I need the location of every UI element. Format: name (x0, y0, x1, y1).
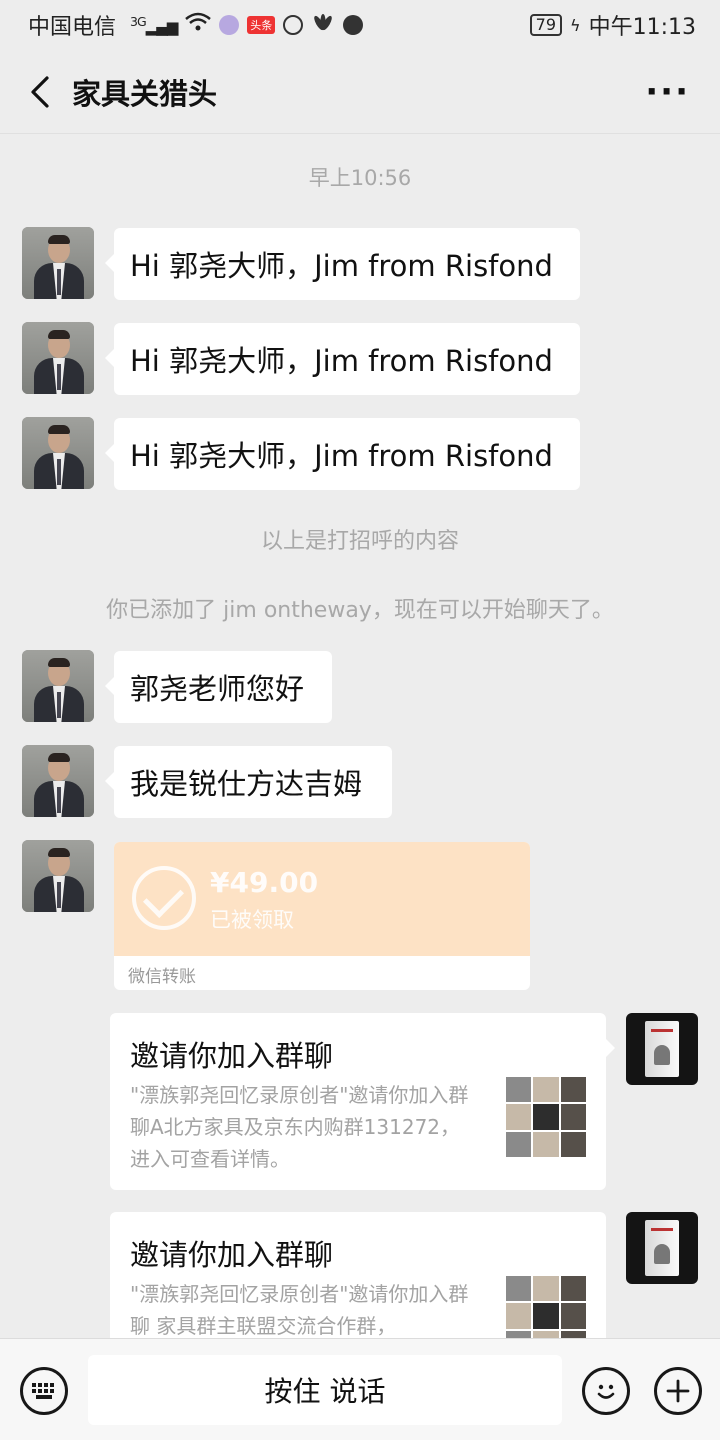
message-timestamp: 早上10:56 (308, 166, 412, 190)
message-text: Hi 郭尧大师，Jim from Risfond (130, 249, 553, 283)
invite-title: 邀请你加入群聊 (130, 1238, 334, 1272)
invite-description: "漂族郭尧回忆录原创者"邀请你加入群聊 家具群主联盟交流合作群， (130, 1282, 469, 1338)
invite-title: 邀请你加入群聊 (130, 1039, 334, 1073)
invite-description: "漂族郭尧回忆录原创者"邀请你加入群聊A北方家具及京东内购群131272，进入可… (130, 1083, 469, 1171)
emoji-icon[interactable] (582, 1367, 630, 1415)
message-bubble[interactable]: 我是锐仕方达吉姆 (105, 746, 392, 818)
transfer-label: 微信转账 (128, 967, 196, 987)
signal-icon: 3G▂▄▆ (130, 14, 178, 36)
toutiao-badge: 头条 (247, 16, 276, 34)
alarm-icon (343, 15, 364, 35)
input-bar: 按住 说话 (0, 1338, 720, 1440)
message-text: 我是锐仕方达吉姆 (130, 767, 363, 801)
clock: 中午11:13 (588, 15, 696, 40)
self-avatar[interactable] (626, 1212, 698, 1284)
avatar[interactable] (22, 745, 94, 817)
avatar[interactable] (22, 227, 94, 299)
carrier-name: 中国电信 (28, 15, 117, 40)
avatar[interactable] (22, 650, 94, 722)
group-avatar-grid (506, 1077, 586, 1157)
charging-icon: ϟ (570, 15, 581, 35)
chat-header: 家具关猎头 ··· (0, 50, 720, 134)
more-icon[interactable]: ··· (645, 72, 690, 112)
system-note: 以上是打招呼的内容 (260, 529, 459, 554)
avatar[interactable] (22, 322, 94, 394)
message-text: Hi 郭尧大师，Jim from Risfond (130, 439, 553, 473)
message-text: 郭尧老师您好 (130, 672, 305, 706)
chat-title: 家具关猎头 (72, 76, 218, 111)
message-bubble[interactable]: Hi 郭尧大师，Jim from Risfond (105, 323, 580, 395)
transfer-amount: ¥49.00 (210, 866, 319, 899)
battery-indicator: 79 (529, 14, 563, 36)
message-text: Hi 郭尧大师，Jim from Risfond (130, 344, 553, 378)
message-bubble[interactable]: Hi 郭尧大师，Jim from Risfond (105, 418, 580, 490)
hold-to-talk-button[interactable]: 按住 说话 (88, 1355, 562, 1425)
chevron-left-icon[interactable] (8, 50, 72, 134)
message-bubble[interactable]: Hi 郭尧大师，Jim from Risfond (105, 228, 580, 300)
network-type: 3G (130, 14, 147, 29)
status-bar: 中国电信 3G▂▄▆ 头条 79 ϟ 中午11:13 (0, 0, 720, 50)
app-notification-icon (219, 15, 240, 35)
avatar[interactable] (22, 417, 94, 489)
transfer-card[interactable]: ¥49.00 已被领取 微信转账 (114, 842, 530, 990)
notification-icon (283, 15, 304, 35)
keyboard-icon[interactable] (20, 1367, 68, 1415)
self-avatar[interactable] (626, 1013, 698, 1085)
message-bubble[interactable]: 郭尧老师您好 (105, 651, 332, 723)
plus-icon[interactable] (654, 1367, 702, 1415)
avatar[interactable] (22, 840, 94, 912)
wifi-icon (185, 12, 212, 38)
transfer-status: 已被领取 (210, 908, 294, 932)
check-circle-icon (132, 866, 196, 930)
system-note: 你已添加了 jim ontheway，现在可以开始聊天了。 (106, 598, 614, 623)
group-invite-card[interactable]: 邀请你加入群聊 "漂族郭尧回忆录原创者"邀请你加入群聊A北方家具及京东内购群13… (110, 1013, 615, 1190)
huawei-icon (311, 13, 335, 38)
